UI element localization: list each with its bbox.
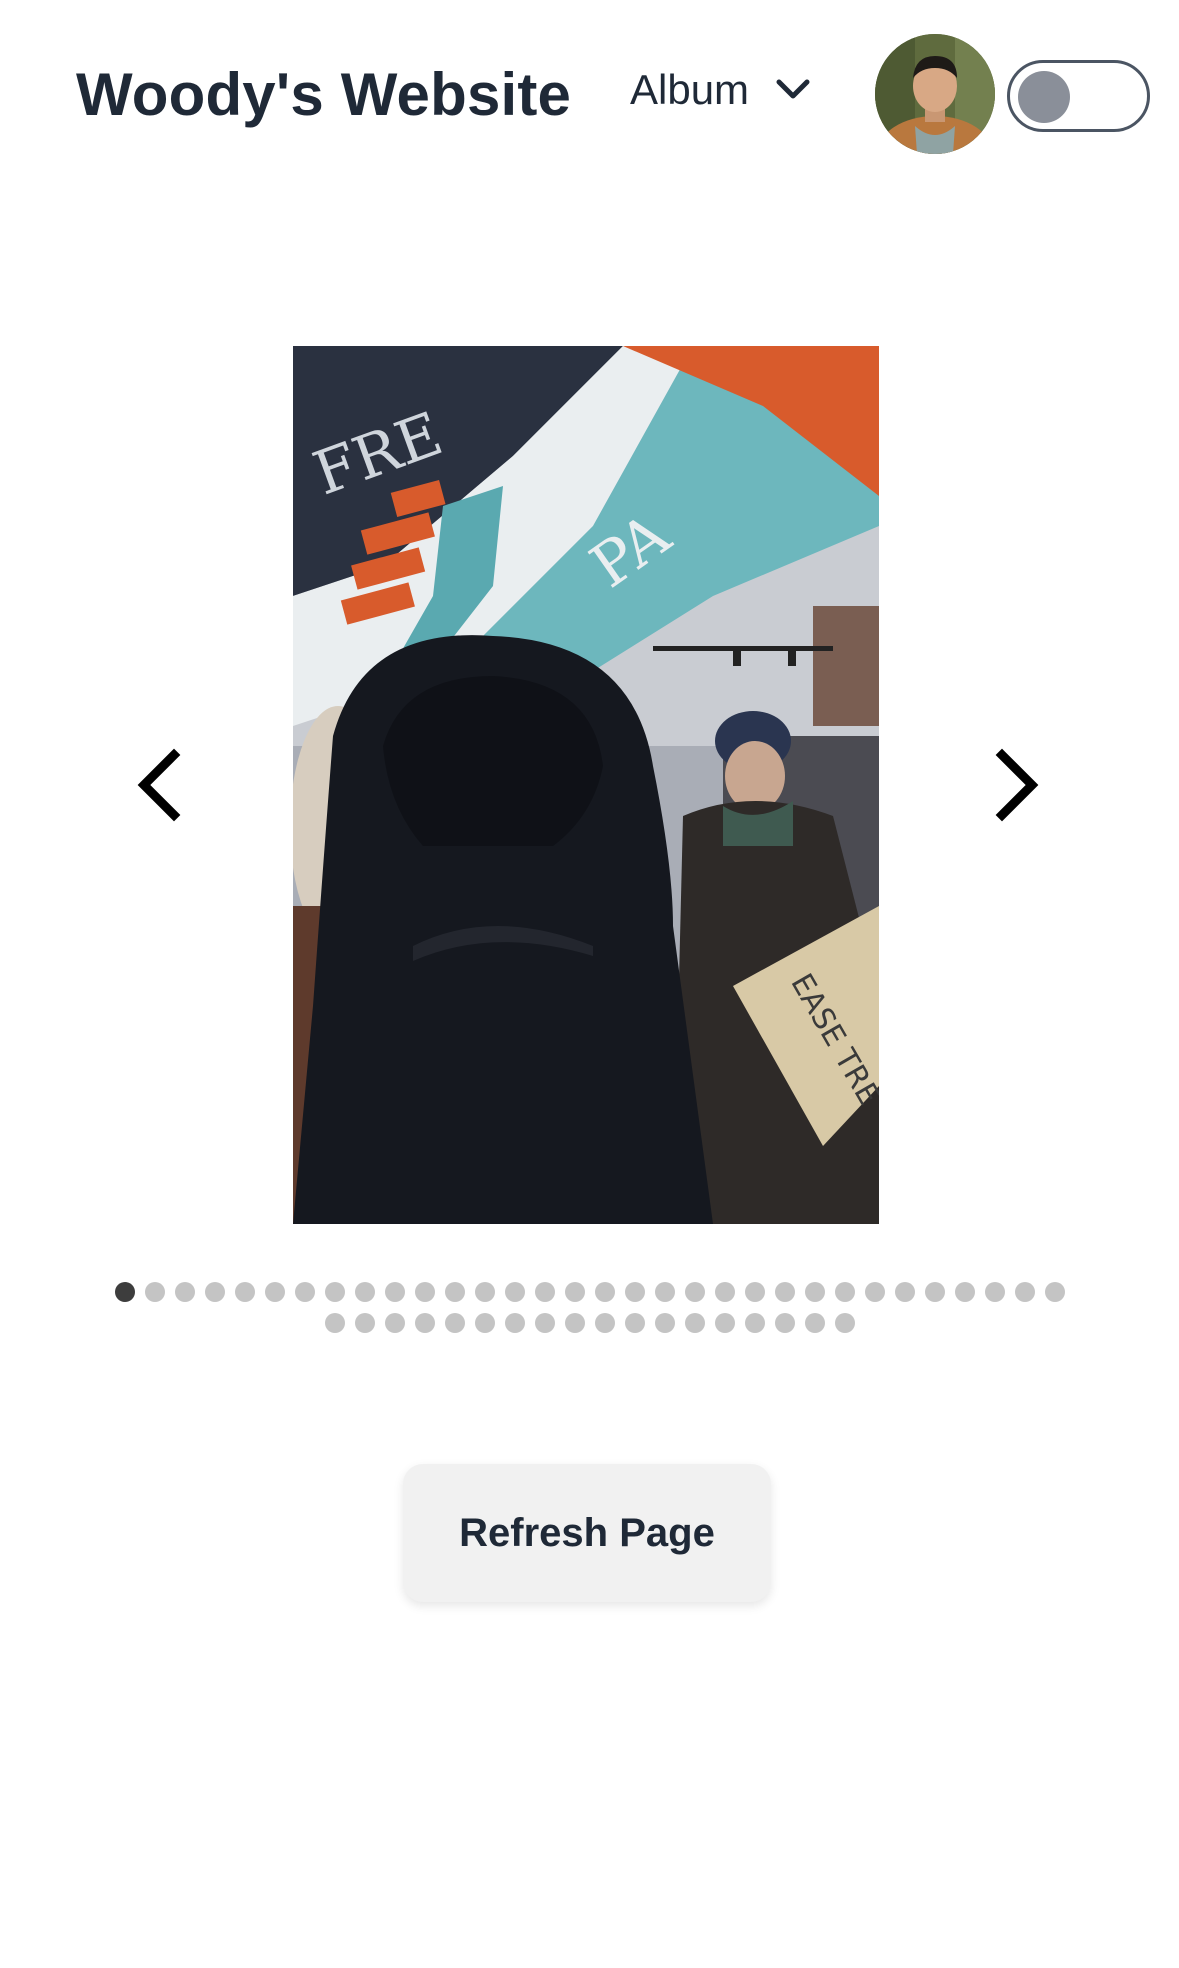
slide-dot[interactable] <box>594 1282 615 1302</box>
avatar-photo <box>875 34 995 154</box>
refresh-page-button[interactable]: Refresh Page <box>403 1464 771 1602</box>
slide-dot[interactable] <box>984 1282 1005 1302</box>
chevron-down-icon <box>776 79 810 99</box>
slide-dot[interactable] <box>834 1313 855 1333</box>
chevron-right-icon <box>995 748 1039 822</box>
slide-dot[interactable] <box>444 1313 465 1333</box>
slide-dot[interactable] <box>564 1313 585 1333</box>
slide-dot[interactable] <box>204 1282 225 1302</box>
album-dropdown[interactable]: Album <box>630 66 813 114</box>
carousel-image[interactable]: FRE PA EASE TRE <box>293 346 879 1224</box>
slide-dot[interactable] <box>414 1313 435 1333</box>
slide-dot[interactable] <box>444 1282 465 1302</box>
slide-dot[interactable] <box>624 1313 645 1333</box>
slide-dot[interactable] <box>654 1313 675 1333</box>
slide-dot[interactable] <box>534 1282 555 1302</box>
slide-dot[interactable] <box>414 1282 435 1302</box>
slide-dot[interactable] <box>174 1282 195 1302</box>
slide-dot[interactable] <box>144 1282 165 1302</box>
slide-dot[interactable] <box>474 1282 495 1302</box>
prev-slide-button[interactable] <box>128 745 198 825</box>
slide-dot[interactable] <box>384 1313 405 1333</box>
slide-dot[interactable] <box>744 1313 765 1333</box>
slide-dot[interactable] <box>654 1282 675 1302</box>
slide-dot[interactable] <box>1044 1282 1065 1302</box>
slide-dot[interactable] <box>714 1282 735 1302</box>
slide-dot[interactable] <box>234 1282 255 1302</box>
slide-dot[interactable] <box>534 1313 555 1333</box>
slide-dot[interactable] <box>1014 1282 1035 1302</box>
slide-dot[interactable] <box>324 1313 345 1333</box>
slide-dot[interactable] <box>264 1282 285 1302</box>
slide-dot[interactable] <box>564 1282 585 1302</box>
slide-dot[interactable] <box>744 1282 765 1302</box>
slide-dot[interactable] <box>594 1313 615 1333</box>
protest-photo: FRE PA EASE TRE <box>293 346 879 1224</box>
slide-dot[interactable] <box>954 1282 975 1302</box>
slide-dot[interactable] <box>384 1282 405 1302</box>
slide-dot[interactable] <box>294 1282 315 1302</box>
slide-indicators <box>100 1282 1079 1333</box>
avatar[interactable] <box>875 34 995 154</box>
toggle-knob <box>1018 71 1070 123</box>
page: Woody's Website Album FRE PA EASE TRE Re… <box>0 0 1179 1968</box>
site-title[interactable]: Woody's Website <box>76 60 571 129</box>
slide-dot[interactable] <box>774 1282 795 1302</box>
slide-dot[interactable] <box>834 1282 855 1302</box>
album-label: Album <box>630 66 750 113</box>
slide-dot[interactable] <box>474 1313 495 1333</box>
slide-dot[interactable] <box>324 1282 345 1302</box>
slide-dot[interactable] <box>924 1282 945 1302</box>
slide-dot[interactable] <box>504 1313 525 1333</box>
slide-dot[interactable] <box>114 1282 135 1302</box>
slide-dot[interactable] <box>504 1282 525 1302</box>
slide-dot[interactable] <box>804 1282 825 1302</box>
slide-dot[interactable] <box>354 1282 375 1302</box>
slide-dot[interactable] <box>894 1282 915 1302</box>
slide-dot[interactable] <box>774 1313 795 1333</box>
next-slide-button[interactable] <box>978 745 1048 825</box>
slide-dot[interactable] <box>624 1282 645 1302</box>
chevron-left-icon <box>137 748 181 822</box>
theme-toggle[interactable] <box>1007 60 1150 132</box>
slide-dot[interactable] <box>684 1313 705 1333</box>
slide-dot[interactable] <box>714 1313 735 1333</box>
slide-dot[interactable] <box>684 1282 705 1302</box>
slide-dot[interactable] <box>804 1313 825 1333</box>
slide-dot[interactable] <box>864 1282 885 1302</box>
slide-dot[interactable] <box>354 1313 375 1333</box>
